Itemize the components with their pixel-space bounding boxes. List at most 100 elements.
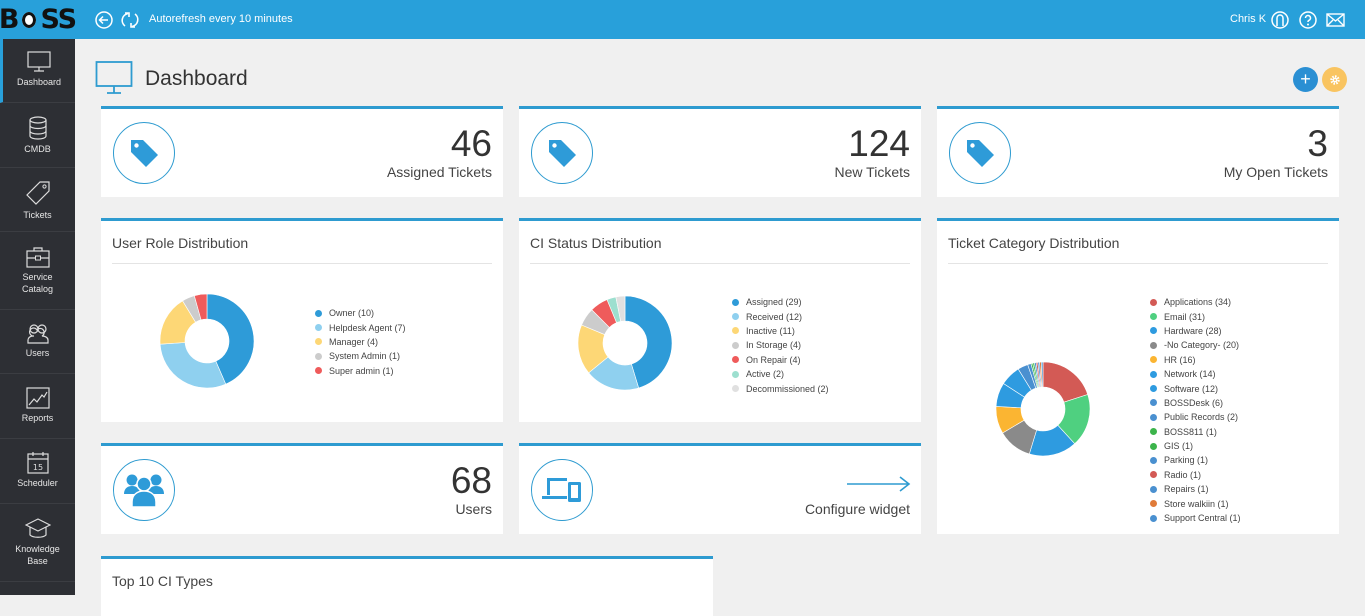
legend-dot-icon [732, 327, 739, 335]
legend-item[interactable]: In Storage (4) [732, 338, 829, 352]
legend-item[interactable]: Assigned (29) [732, 295, 829, 309]
settings-button[interactable] [1322, 67, 1347, 92]
legend-item[interactable]: BOSSDesk (6) [1150, 396, 1241, 410]
legend-item[interactable]: Repairs (1) [1150, 482, 1241, 496]
legend-dot-icon [1150, 500, 1157, 508]
legend-dot-icon [732, 370, 739, 378]
legend-label: Owner (10) [329, 308, 375, 319]
legend-label: Super admin (1) [329, 365, 394, 376]
divider [112, 263, 492, 264]
legend-item[interactable]: Manager (4) [315, 335, 406, 349]
refresh-icon[interactable] [121, 11, 139, 29]
mail-icon[interactable] [1326, 13, 1345, 27]
sidebar-item-label: Scheduler [17, 478, 58, 488]
help-icon[interactable] [1299, 11, 1317, 29]
legend-label: BOSSDesk (6) [1164, 397, 1224, 408]
legend-dot-icon [732, 298, 739, 306]
legend-item[interactable]: Applications (34) [1150, 295, 1241, 309]
ci-status-distribution-card: CI Status Distribution Assigned (29) Rece… [519, 218, 921, 422]
legend-item[interactable]: On Repair (4) [732, 353, 829, 367]
autorefresh-label: Autorefresh every 10 minutes [149, 13, 293, 25]
legend-item[interactable]: BOSS811 (1) [1150, 425, 1241, 439]
sidebar-item-knowledge-base[interactable]: Knowledge Base [0, 504, 75, 582]
sidebar-item-label: Dashboard [16, 77, 62, 87]
boss-logo[interactable]: B SS [0, 0, 77, 39]
configure-widget-link[interactable]: Configure widget [805, 501, 910, 517]
legend-label: Decommissioned (2) [746, 383, 829, 394]
sidebar-item-tickets[interactable]: Tickets [0, 168, 75, 232]
legend-item[interactable]: Radio (1) [1150, 468, 1241, 482]
tag-icon [131, 140, 158, 167]
legend-item[interactable]: Software (12) [1150, 381, 1241, 395]
sidebar-item-reports[interactable]: Reports [0, 374, 75, 439]
legend-item[interactable]: Email (31) [1150, 309, 1241, 323]
configure-widget-card[interactable]: Configure widget [519, 443, 921, 534]
my-open-tickets-card[interactable]: 3 My Open Tickets [937, 106, 1339, 197]
sidebar-item-service-catalog[interactable]: Service Catalog [0, 232, 75, 310]
legend-dot-icon [1150, 356, 1157, 364]
sidebar-item-dashboard[interactable]: Dashboard [0, 39, 75, 103]
legend-label: -No Category- (20) [1164, 340, 1240, 351]
legend-item[interactable]: Hardware (28) [1150, 324, 1241, 338]
svg-text:15: 15 [32, 463, 42, 472]
legend-label: BOSS811 (1) [1164, 426, 1217, 437]
legend-dot-icon [1150, 413, 1157, 421]
sidebar-item-scheduler[interactable]: 15 Scheduler [0, 439, 75, 504]
users-group-icon [124, 474, 164, 508]
legend-item[interactable]: HR (16) [1150, 353, 1241, 367]
sidebar-item-cmdb[interactable]: CMDB [0, 103, 75, 168]
legend-label: Inactive (11) [746, 325, 795, 336]
calendar-icon: 15 [26, 452, 49, 474]
legend-item[interactable]: Store walkiin (1) [1150, 496, 1241, 510]
donut-slice-applications[interactable] [1042, 361, 1089, 403]
legend-item[interactable]: GIS (1) [1150, 439, 1241, 453]
legend-dot-icon [1150, 298, 1157, 306]
arrow-right-icon[interactable] [847, 476, 911, 492]
legend-label: Software (12) [1164, 383, 1219, 394]
add-widget-button[interactable]: + [1293, 67, 1318, 92]
gear-icon [1329, 74, 1340, 85]
sidebar: Dashboard CMDB Tickets Service Catalog U… [0, 39, 75, 595]
legend-item[interactable]: Active (2) [732, 367, 829, 381]
sidebar-item-label: Knowledge Base [15, 544, 60, 566]
legend-item[interactable]: Public Records (2) [1150, 410, 1241, 424]
legend-label: Assigned (29) [746, 297, 802, 308]
assigned-tickets-card[interactable]: 46 Assigned Tickets [101, 106, 503, 197]
chart-icon [25, 387, 50, 409]
sidebar-item-users[interactable]: Users [0, 310, 75, 374]
legend-item[interactable]: Helpdesk Agent (7) [315, 320, 406, 334]
legend-label: On Repair (4) [746, 354, 801, 365]
legend-label: Helpdesk Agent (7) [329, 322, 406, 333]
legend-dot-icon [1150, 514, 1157, 522]
users-card[interactable]: 68 Users [101, 443, 503, 534]
legend-item[interactable]: Owner (10) [315, 306, 406, 320]
legend-dot-icon [1150, 370, 1157, 378]
legend-item[interactable]: Inactive (11) [732, 324, 829, 338]
ticket-category-donut-chart [995, 361, 1091, 457]
legend-dot-icon [315, 324, 322, 332]
legend-item[interactable]: Parking (1) [1150, 453, 1241, 467]
new-tickets-card[interactable]: 124 New Tickets [519, 106, 921, 197]
legend-item[interactable]: Super admin (1) [315, 364, 406, 378]
donut-slice-helpdesk-agent[interactable] [159, 342, 227, 389]
chart-title: Top 10 CI Types [112, 573, 213, 589]
legend-item[interactable]: -No Category- (20) [1150, 338, 1241, 352]
my-open-tickets-count: 3 [1307, 123, 1328, 164]
legend-item[interactable]: Network (14) [1150, 367, 1241, 381]
legend-item[interactable]: System Admin (1) [315, 349, 406, 363]
devices-icon [542, 478, 581, 502]
legend-dot-icon [732, 313, 739, 321]
legend-label: System Admin (1) [329, 351, 401, 362]
lifebuoy-icon[interactable] [1271, 11, 1289, 29]
legend-label: Parking (1) [1164, 455, 1209, 466]
legend-label: Hardware (28) [1164, 325, 1222, 336]
legend-label: Store walkiin (1) [1164, 498, 1229, 509]
legend-item[interactable]: Decommissioned (2) [732, 381, 829, 395]
back-icon[interactable] [95, 11, 113, 29]
legend-item[interactable]: Received (12) [732, 309, 829, 323]
tag-icon [967, 140, 994, 167]
legend-label: In Storage (4) [746, 340, 802, 351]
user-name[interactable]: Chris K [1230, 13, 1266, 25]
legend-item[interactable]: Support Central (1) [1150, 511, 1241, 525]
legend-dot-icon [1150, 341, 1157, 349]
